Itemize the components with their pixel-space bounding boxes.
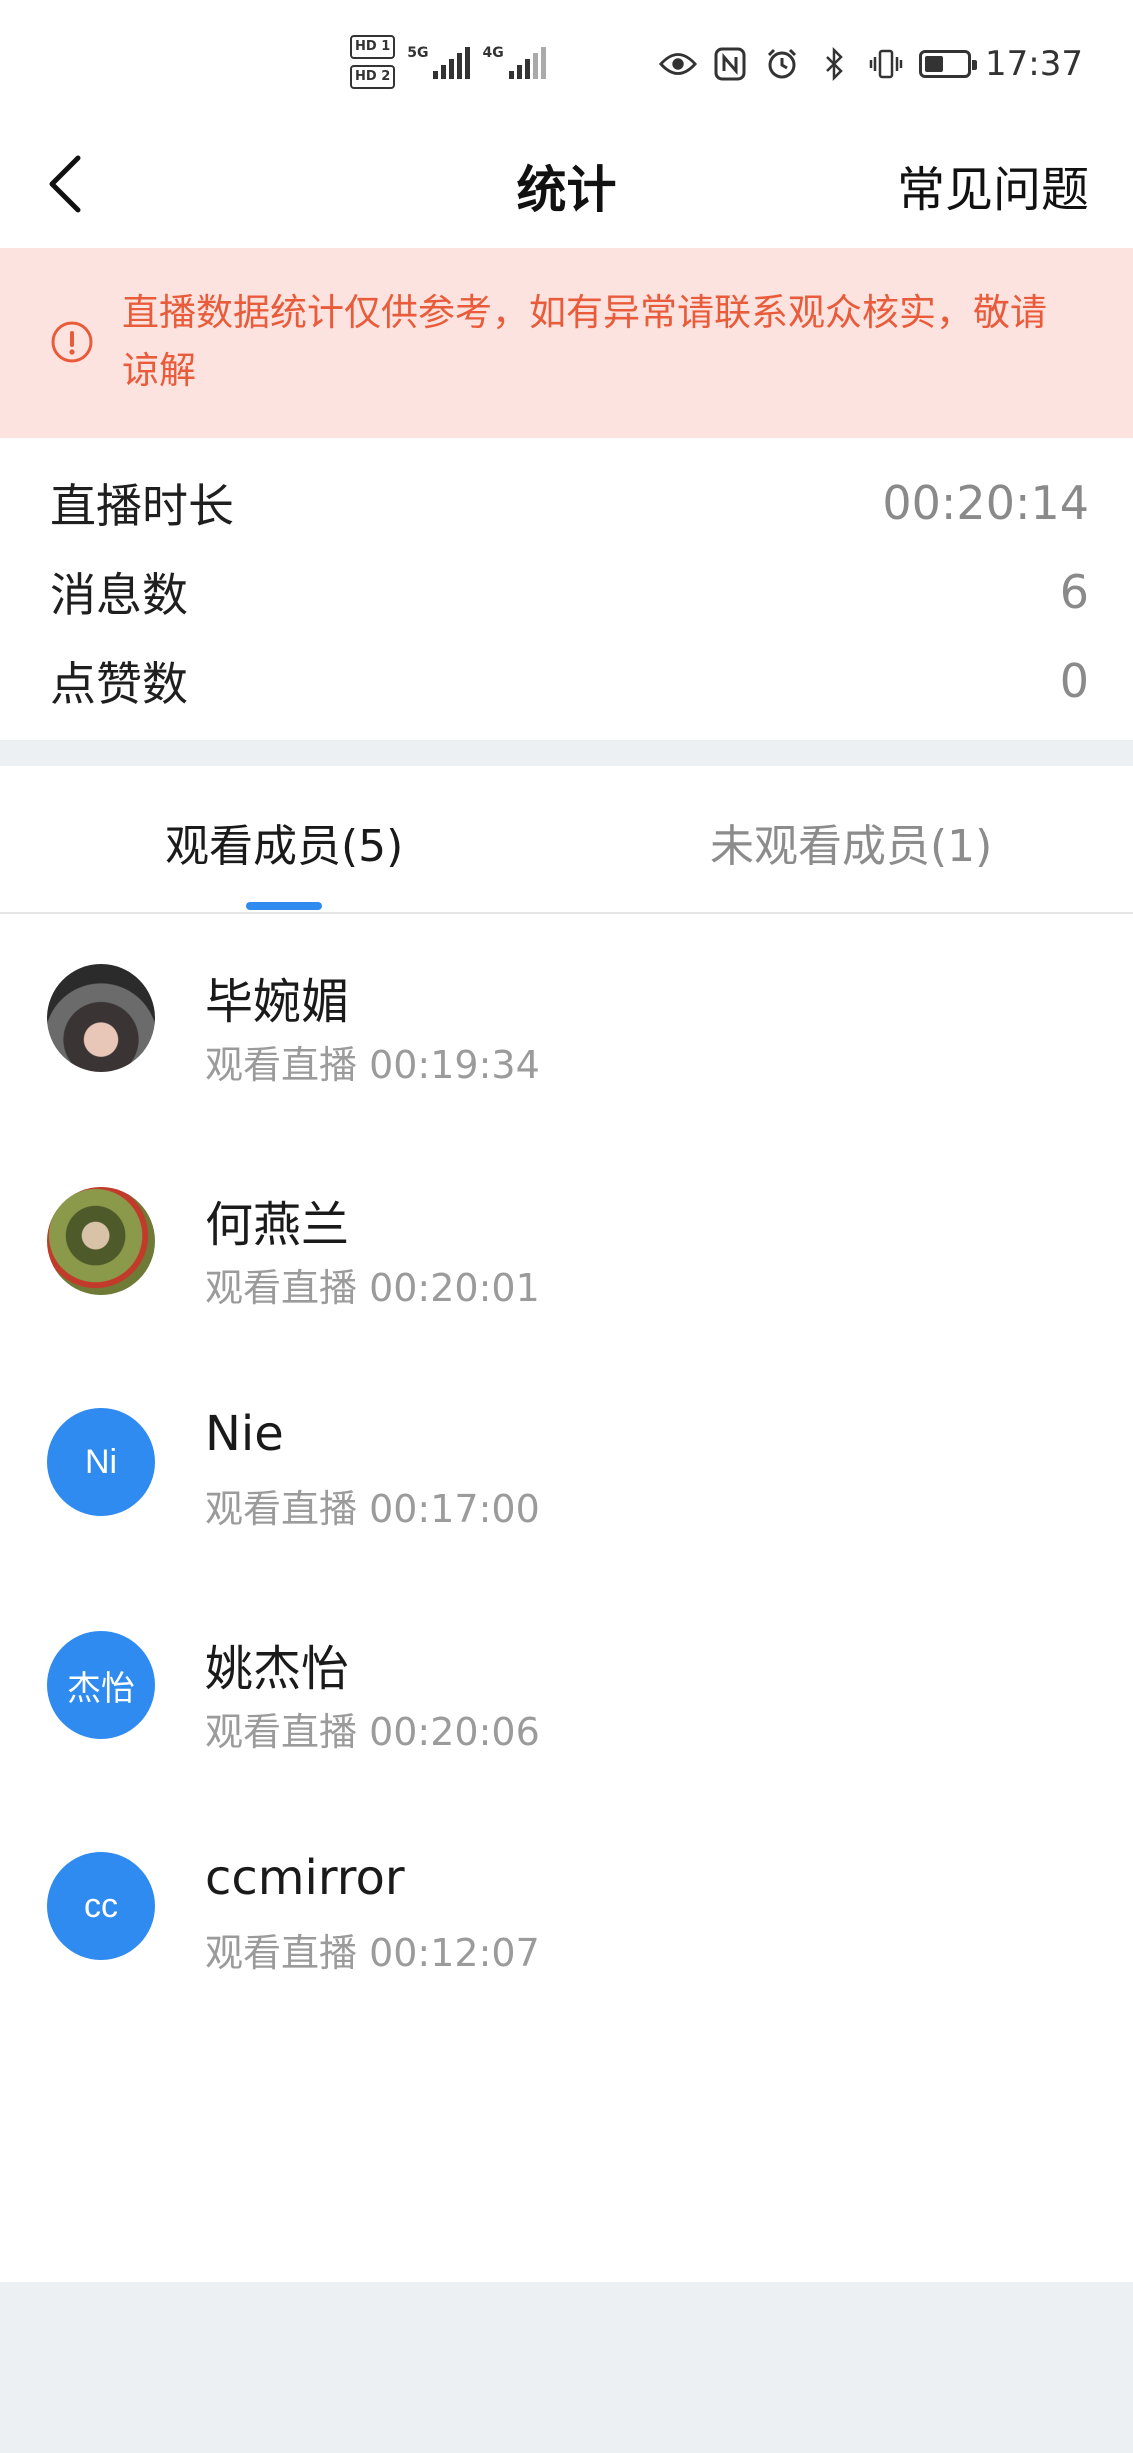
list-item[interactable]: cc ccmirror 观看直播 00:12:07 [0, 1802, 1133, 2002]
notice-banner: 直播数据统计仅供参考，如有异常请联系观众核实，敬请谅解 [0, 248, 1133, 438]
member-name: 何燕兰 [205, 1197, 350, 1253]
list-item[interactable]: Ni Nie 观看直播 00:17:00 [0, 1358, 1133, 1558]
battery-icon [919, 50, 978, 78]
member-watch-time: 观看直播 00:20:01 [205, 1266, 540, 1310]
member-watch-time: 观看直播 00:20:06 [205, 1710, 540, 1754]
notice-text: 直播数据统计仅供参考，如有异常请联系观众核实，敬请谅解 [122, 291, 1047, 392]
status-bar: HD 1 HD 2 5G 4G 17:37 [0, 0, 1133, 128]
avatar: 杰怡 [47, 1631, 155, 1739]
member-name: 毕婉媚 [205, 974, 350, 1030]
stat-row-likes: 点赞数 0 [50, 646, 1089, 716]
section-divider [0, 740, 1133, 766]
alarm-icon [763, 45, 801, 83]
hd1-badge: HD 1 [350, 35, 396, 59]
eye-icon [659, 45, 698, 83]
status-icons: 17:37 [659, 40, 1083, 88]
member-name: Nie [205, 1406, 284, 1462]
member-watch-time: 观看直播 00:12:07 [205, 1931, 540, 1975]
member-name: ccmirror [205, 1850, 405, 1906]
avatar: cc [47, 1852, 155, 1960]
bluetooth-icon [815, 45, 853, 83]
stats-section: 直播时长 00:20:14 消息数 6 点赞数 0 [0, 438, 1133, 740]
member-tabs: 观看成员(5) 未观看成员(1) [0, 766, 1133, 914]
member-watch-time: 观看直播 00:19:34 [205, 1043, 540, 1087]
tab-indicator [246, 902, 322, 910]
stat-label: 点赞数 [50, 657, 188, 711]
bottom-area [0, 2282, 1133, 2453]
avatar [47, 964, 155, 1072]
warning-icon [51, 321, 93, 363]
faq-button[interactable]: 常见问题 [897, 150, 1089, 220]
nfc-icon [711, 45, 749, 83]
stat-value: 0 [1059, 654, 1089, 708]
member-watch-time: 观看直播 00:17:00 [205, 1487, 540, 1531]
tab-not-watched[interactable]: 未观看成员(1) [710, 810, 992, 874]
list-item[interactable]: 何燕兰 观看直播 00:20:01 [0, 1137, 1133, 1337]
tab-watched[interactable]: 观看成员(5) [165, 810, 403, 874]
stat-label: 直播时长 [50, 479, 234, 533]
stat-row-messages: 消息数 6 [50, 557, 1089, 627]
member-name: 姚杰怡 [205, 1641, 350, 1697]
stat-label: 消息数 [50, 568, 188, 622]
signal-4g-icon: 4G [482, 45, 546, 79]
signal-5g-icon: 5G [407, 45, 471, 79]
avatar [47, 1187, 155, 1295]
nav-bar: 统计 常见问题 [0, 128, 1133, 248]
clock: 17:37 [985, 44, 1083, 84]
stat-value: 6 [1059, 565, 1089, 619]
stat-row-duration: 直播时长 00:20:14 [50, 468, 1089, 538]
list-item[interactable]: 杰怡 姚杰怡 观看直播 00:20:06 [0, 1581, 1133, 1781]
stat-value: 00:20:14 [882, 476, 1089, 530]
avatar: Ni [47, 1408, 155, 1516]
hd2-badge: HD 2 [350, 65, 396, 89]
list-item[interactable]: 毕婉媚 观看直播 00:19:34 [0, 914, 1133, 1114]
vibrate-icon [867, 45, 905, 83]
signal-area: HD 1 HD 2 5G 4G [350, 30, 546, 94]
